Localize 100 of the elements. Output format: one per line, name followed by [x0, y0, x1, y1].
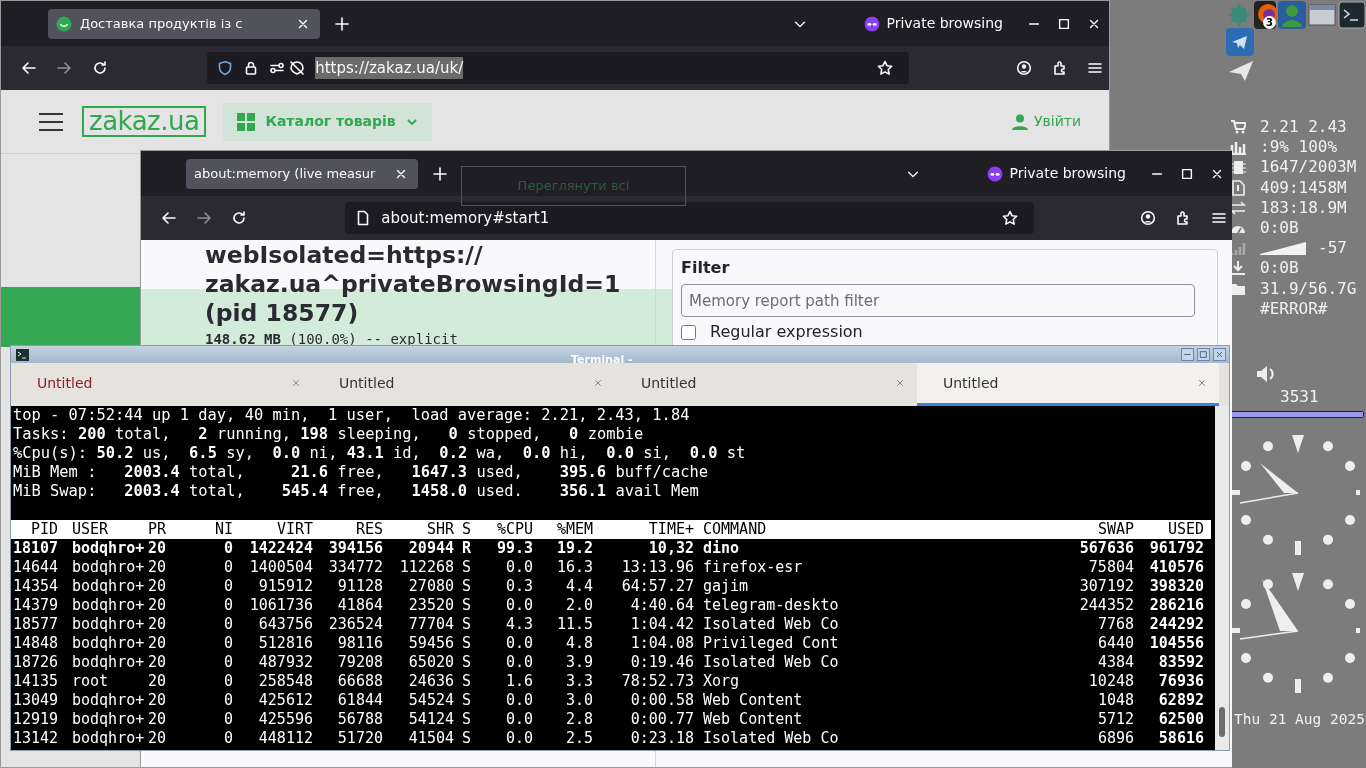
- account-icon[interactable]: [1140, 210, 1157, 226]
- table-cell-text: S: [461, 577, 473, 596]
- table-cell-text: 567636: [1078, 539, 1134, 558]
- system-stat: 183:18.9M: [1260, 197, 1347, 218]
- back-icon[interactable]: [20, 60, 37, 76]
- address-bar[interactable]: https://zakaz.ua/uk/: [207, 52, 909, 84]
- new-tab-icon[interactable]: [432, 165, 448, 182]
- terminal-icon: [16, 348, 29, 361]
- table-cell-text: 0: [222, 577, 233, 596]
- table-cell: 20: [146, 596, 166, 615]
- table-cell: 14848: [13, 634, 58, 653]
- table-cell-text: telegram-deskto: [702, 596, 840, 615]
- table-cell-text: 11.5: [555, 615, 593, 634]
- private-browsing-label: Private browsing: [886, 14, 1003, 33]
- table-cell: 20: [146, 558, 166, 577]
- shield-icon: [217, 60, 234, 76]
- table-cell-text: 1048: [1096, 691, 1134, 710]
- table-cell-text: 3.3: [564, 672, 593, 691]
- window-icon[interactable]: [1308, 1, 1336, 29]
- speaker-icon: [1256, 364, 1276, 385]
- back-icon[interactable]: [160, 210, 177, 226]
- table-cell-text: 98116: [336, 634, 383, 653]
- document-icon: [1230, 179, 1246, 196]
- table-cell-text: bodqhro+: [71, 729, 146, 748]
- date-label: Thu 21 Aug 2025: [1234, 710, 1366, 730]
- table-cell-text: 0:19.46: [629, 653, 694, 672]
- account-icon[interactable]: [1016, 60, 1033, 76]
- table-cell-text: 61844: [336, 691, 383, 710]
- menu-icon[interactable]: [1087, 60, 1104, 76]
- regex-checkbox[interactable]: [681, 324, 696, 340]
- forward-icon[interactable]: [195, 210, 212, 226]
- table-cell-text: 0:23.18: [629, 729, 694, 748]
- table-cell-text: Xorg: [702, 672, 741, 691]
- permissions-icon: [269, 60, 286, 76]
- table-cell-text: 58616: [1157, 729, 1204, 748]
- table-cell-text: 961792: [1148, 539, 1204, 558]
- user-icon: [1011, 113, 1028, 130]
- column-header: PID: [29, 520, 58, 539]
- table-cell-text: 2.8: [564, 710, 593, 729]
- column-header: %MEM: [555, 520, 593, 539]
- table-cell-text: 0.0: [504, 691, 533, 710]
- close-icon: [1215, 350, 1224, 359]
- table-cell: 20: [146, 539, 166, 558]
- table-cell-text: S: [461, 710, 473, 729]
- table-cell-text: S: [461, 691, 473, 710]
- table-cell-text: bodqhro+: [71, 596, 146, 615]
- bookmark-star-icon[interactable]: [1001, 210, 1018, 226]
- column-header: USED: [1166, 520, 1204, 539]
- table-cell-text: S: [461, 615, 473, 634]
- table-cell-text: 1:04.42: [629, 615, 694, 634]
- table-cell-text: 104556: [1148, 634, 1204, 653]
- table-cell-text: 54524: [407, 691, 454, 710]
- menu-icon[interactable]: [1210, 210, 1227, 226]
- browser-icon[interactable]: 3: [1254, 1, 1276, 29]
- table-cell-text: 512816: [257, 634, 313, 653]
- table-cell: 14644: [13, 558, 58, 577]
- table-cell-text: R: [461, 539, 473, 558]
- system-stat: 0:0B: [1260, 258, 1299, 279]
- column-header: VIRT: [275, 520, 313, 539]
- terminal-tab[interactable]: Untitled: [917, 363, 1219, 406]
- telegram-icon[interactable]: [1226, 28, 1254, 56]
- new-tab-icon[interactable]: [334, 15, 350, 32]
- table-cell-text: 307192: [1078, 577, 1134, 596]
- system-stat: 409:1458M: [1260, 177, 1347, 198]
- memory-report-heading: webIsolated=https:// zakaz.ua^privateBrowsingId=1 (pid 18577): [205, 240, 622, 328]
- terminal-line: Tasks: 200 total, 2 running, 198 sleeping, 0 stopped, 0 zombie: [12, 425, 645, 444]
- extensions-icon[interactable]: [1051, 60, 1068, 76]
- table-cell-text: 99.3: [495, 539, 533, 558]
- table-cell: 18726: [13, 653, 58, 672]
- table-cell-text: 425612: [257, 691, 313, 710]
- scrollbar-thumb[interactable]: [1219, 707, 1225, 737]
- memory-total-line: 148.62 MB (100.0%) -- explicit: [205, 330, 459, 349]
- table-cell-text: 258548: [257, 672, 313, 691]
- table-cell-text: 0:00.77: [629, 710, 694, 729]
- reload-icon[interactable]: [91, 60, 108, 76]
- signal-reading: -57: [1318, 238, 1347, 259]
- table-cell-text: 1061736: [248, 596, 313, 615]
- table-cell-text: 62892: [1157, 691, 1204, 710]
- terminal-icon[interactable]: [1338, 1, 1366, 29]
- filter-input[interactable]: Memory report path filter: [681, 284, 1195, 317]
- maximize-icon[interactable]: [1180, 166, 1194, 181]
- address-bar[interactable]: about:memory#start1: [345, 202, 1034, 234]
- private-browsing-label: Private browsing: [1009, 164, 1126, 183]
- minimize-button[interactable]: [1181, 348, 1194, 361]
- maximize-icon[interactable]: [1057, 16, 1071, 31]
- checkbox-label[interactable]: Regular expression: [710, 320, 863, 344]
- table-cell-text: 20944: [407, 539, 454, 558]
- scrollbar[interactable]: [1215, 406, 1229, 750]
- close-button[interactable]: [1213, 348, 1226, 361]
- table-cell-text: 76936: [1157, 672, 1204, 691]
- table-cell-text: S: [461, 634, 473, 653]
- volume-bar[interactable]: [1229, 412, 1363, 418]
- system-stat: #ERROR#: [1260, 298, 1328, 320]
- table-cell-text: 0: [222, 539, 233, 558]
- table-cell-text: 54124: [407, 710, 454, 729]
- table-cell: 13049: [13, 691, 58, 710]
- reload-icon[interactable]: [230, 210, 247, 226]
- forward-icon[interactable]: [56, 60, 73, 76]
- table-cell-text: 0.0: [504, 634, 533, 653]
- bookmark-star-icon[interactable]: [876, 60, 893, 76]
